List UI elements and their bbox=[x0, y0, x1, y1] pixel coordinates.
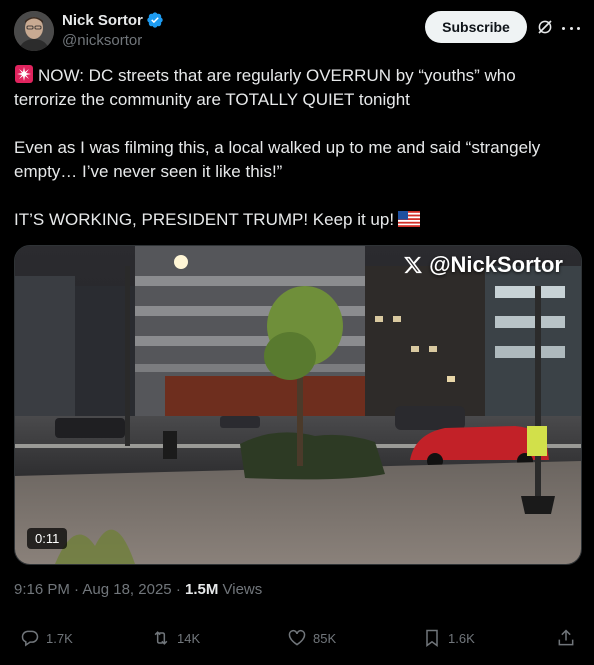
video-frame bbox=[15, 246, 581, 564]
tweet-text: NOW: DC streets that are regularly OVERR… bbox=[14, 64, 574, 232]
reply-button[interactable]: 1.7K bbox=[20, 628, 73, 648]
watermark-handle: @NickSortor bbox=[429, 252, 563, 277]
grok-icon[interactable] bbox=[536, 18, 554, 36]
video-player[interactable]: @NickSortor 0:11 bbox=[14, 245, 582, 565]
tweet-date[interactable]: Aug 18, 2025 bbox=[82, 581, 171, 598]
tweet-paragraph-3: IT’S WORKING, PRESIDENT TRUMP! Keep it u… bbox=[14, 208, 574, 232]
author-handle[interactable]: @nicksortor bbox=[62, 32, 142, 49]
avatar-image bbox=[14, 11, 54, 51]
bookmark-icon bbox=[426, 629, 438, 647]
x-logo-icon bbox=[404, 256, 423, 274]
bookmark-button[interactable]: 1.6K bbox=[422, 628, 475, 648]
bookmark-count: 1.6K bbox=[448, 630, 475, 646]
meta-separator: · bbox=[175, 581, 181, 598]
tweet-time[interactable]: 9:16 PM bbox=[14, 581, 70, 598]
views-count: 1.5M bbox=[184, 581, 219, 598]
views-label: Views bbox=[222, 581, 263, 598]
video-duration: 0:11 bbox=[27, 528, 68, 549]
tweet-paragraph-3-text: IT’S WORKING, PRESIDENT TRUMP! Keep it u… bbox=[14, 210, 395, 229]
repost-icon bbox=[154, 631, 168, 645]
repost-button[interactable]: 14K bbox=[151, 628, 200, 648]
tweet-paragraph-2: Even as I was filming this, a local walk… bbox=[14, 138, 541, 181]
tweet-header: Nick Sortor @nicksortor Subscribe bbox=[14, 10, 580, 54]
tweet-paragraph-1: NOW: DC streets that are regularly OVERR… bbox=[14, 64, 574, 112]
tweet-actions: 1.7K 14K 85K 1.6K bbox=[14, 628, 580, 658]
subscribe-button[interactable]: Subscribe bbox=[425, 11, 527, 43]
tweet-paragraph-1-text: NOW: DC streets that are regularly OVERR… bbox=[14, 66, 516, 109]
share-button[interactable] bbox=[556, 628, 582, 648]
verified-badge-icon bbox=[147, 12, 163, 28]
reply-icon bbox=[21, 630, 39, 647]
us-flag-emoji-icon bbox=[398, 211, 421, 227]
share-icon bbox=[558, 629, 574, 646]
author-name-row[interactable]: Nick Sortor bbox=[62, 11, 164, 29]
repost-count: 14K bbox=[177, 630, 201, 646]
author-display-name[interactable]: Nick Sortor bbox=[62, 12, 143, 29]
heart-icon bbox=[288, 629, 306, 646]
reply-count: 1.7K bbox=[46, 630, 73, 646]
video-watermark: @NickSortor bbox=[403, 252, 563, 278]
siren-emoji-icon bbox=[15, 65, 33, 83]
more-options-icon[interactable] bbox=[562, 19, 580, 37]
meta-separator: · bbox=[74, 581, 80, 598]
avatar[interactable] bbox=[14, 11, 54, 51]
tweet-meta: 9:16 PM · Aug 18, 2025 · 1.5M Views bbox=[14, 581, 262, 598]
like-button[interactable]: 85K bbox=[287, 628, 336, 648]
like-count: 85K bbox=[313, 630, 337, 646]
